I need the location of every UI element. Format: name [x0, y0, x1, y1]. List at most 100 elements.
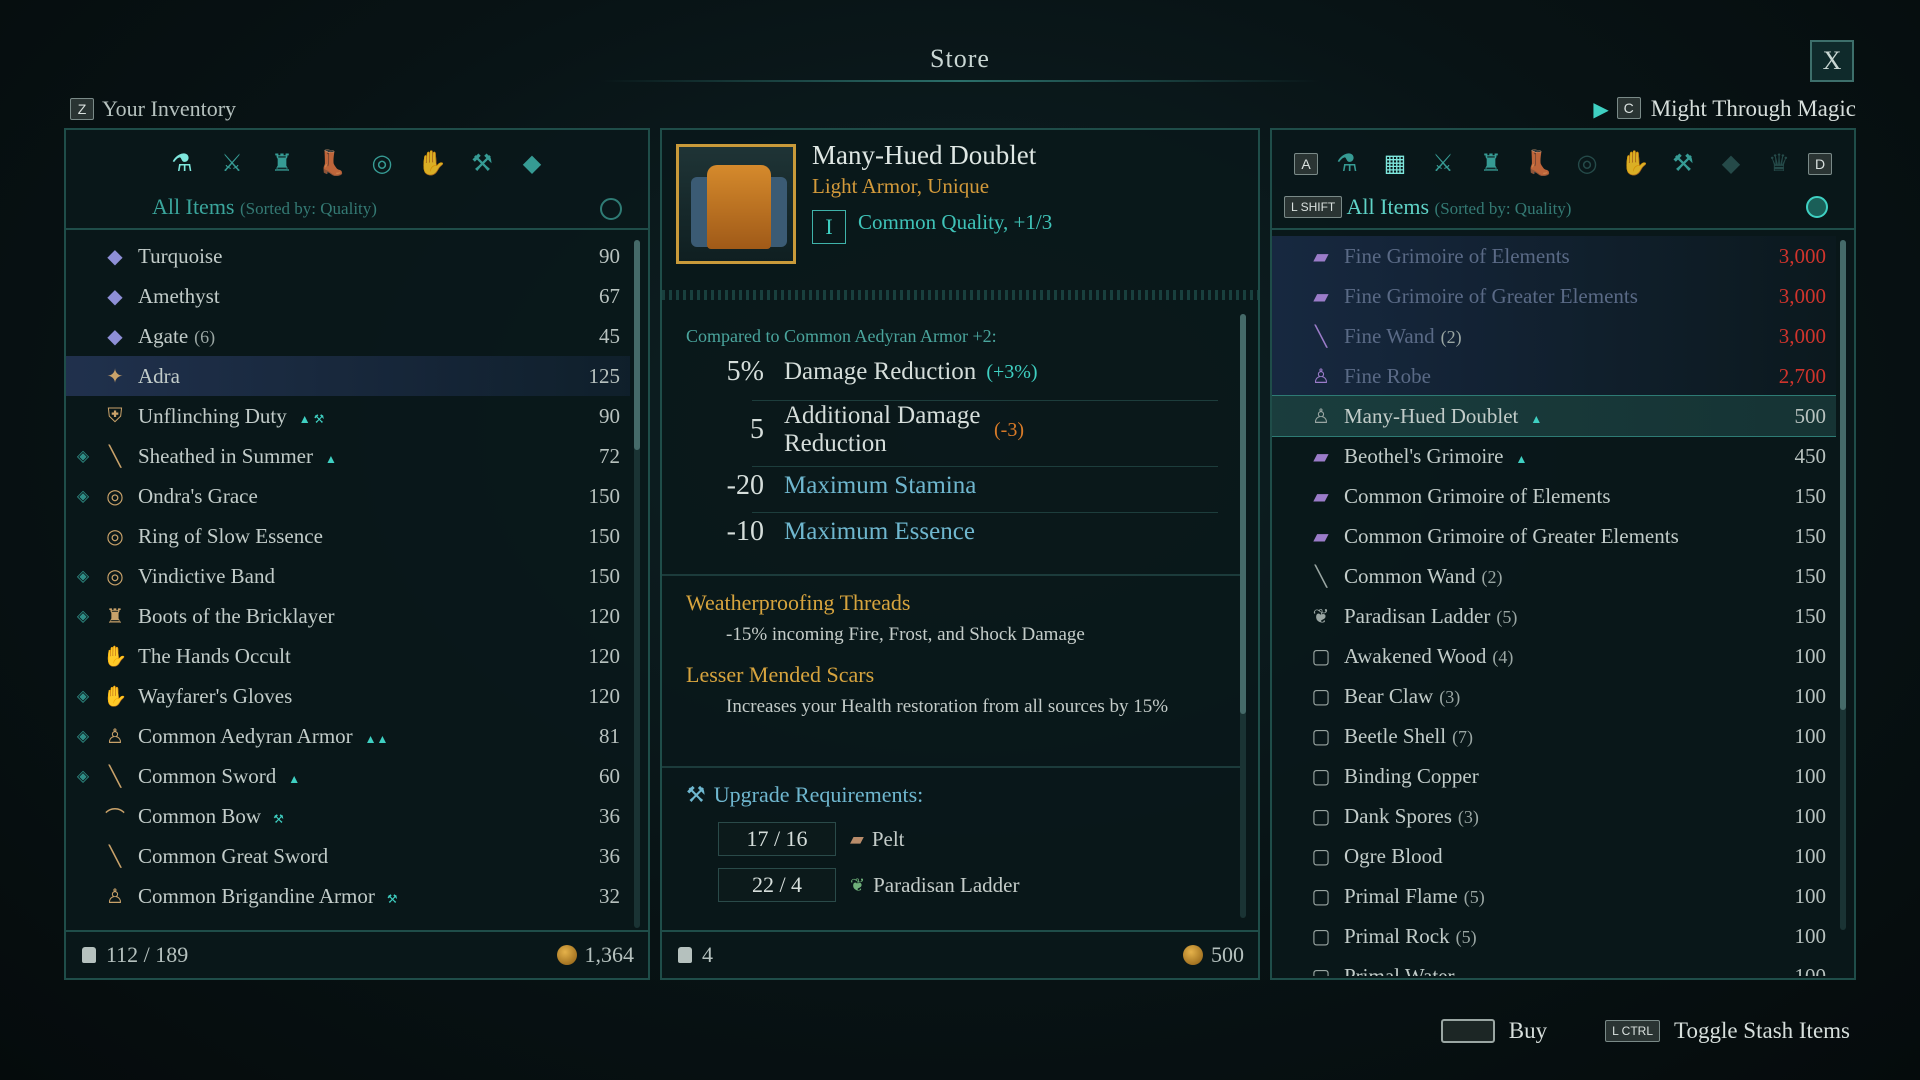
vendor-filter-label: All Items [1346, 194, 1430, 219]
vendor-item-row[interactable]: ▢ Dank Spores (3) 100 [1272, 796, 1836, 836]
inventory-item-row[interactable]: ◈ ◎ Vindictive Band 150 [66, 556, 630, 596]
key-hint-z: Z [70, 98, 94, 120]
vendor-item-row[interactable]: ▰ Beothel's Grimoire ▲ 450 [1272, 436, 1836, 476]
item-name: Wayfarer's Gloves [138, 684, 560, 709]
space-key-icon [1440, 1019, 1495, 1043]
item-name: Fine Grimoire of Elements [1344, 244, 1766, 269]
perk-title: Lesser Mended Scars [686, 662, 875, 687]
new-item-marker-icon: ◈ [76, 488, 90, 505]
inventory-footer: 112 / 189 1,364 [66, 930, 648, 978]
item-name: Bear Claw (3) [1344, 684, 1766, 709]
vendor-item-row[interactable]: ❦ Paradisan Ladder (5) 150 [1272, 596, 1836, 636]
vendor-item-row[interactable]: ▢ Primal Water 100 [1272, 956, 1836, 977]
perk-description: -15% incoming Fire, Frost, and Shock Dam… [726, 624, 1085, 645]
item-name: Common Wand (2) [1344, 564, 1766, 589]
inventory-item-row[interactable]: ◆ Agate (6) 45 [66, 316, 630, 356]
item-name: Ondra's Grace [138, 484, 560, 509]
inventory-filter[interactable]: All Items (Sorted by: Quality) [152, 194, 377, 220]
boots-icon[interactable]: 👢 [313, 145, 351, 183]
boots-icon[interactable]: 👢 [1520, 145, 1558, 183]
item-name: Amethyst [138, 284, 560, 309]
item-category-icon: ╲ [108, 765, 122, 788]
item-name: Fine Grimoire of Greater Elements [1344, 284, 1766, 309]
vendor-item-row[interactable]: ╲ Common Wand (2) 150 [1272, 556, 1836, 596]
toggle-stash-prompt[interactable]: Toggle Stash Items [1674, 1018, 1850, 1044]
inventory-item-row[interactable]: ◈ ♙ Common Aedyran Armor ▲▲ 81 [66, 716, 630, 756]
inventory-scroll-thumb[interactable] [634, 240, 640, 450]
inventory-item-row[interactable]: ╲ Common Great Sword 36 [66, 836, 630, 876]
inventory-item-row[interactable]: ♙ Common Brigandine Armor ⚒ 32 [66, 876, 630, 916]
catalysts-icon[interactable]: ✋ [1616, 145, 1654, 183]
all-items-icon[interactable]: ▦ [1376, 145, 1414, 183]
inventory-item-row[interactable]: ✦ Adra 125 [66, 356, 630, 396]
crafting-icon[interactable]: ⚒ [1664, 145, 1702, 183]
item-category-icon: ▢ [1311, 765, 1331, 788]
vendor-scrollbar[interactable] [1840, 240, 1846, 930]
vendor-item-row[interactable]: ▰ Fine Grimoire of Greater Elements 3,000 [1272, 276, 1836, 316]
item-value: 100 [1794, 683, 1827, 708]
stat-row: -10 Maximum Essence [662, 516, 1234, 548]
inventory-header[interactable]: Z Your Inventory [70, 96, 236, 122]
vendor-item-row[interactable]: ♙ Many-Hued Doublet ▲ 500 [1272, 395, 1836, 437]
item-label: Bear Claw [1344, 683, 1434, 708]
item-name: Common Aedyran Armor ▲▲ [138, 724, 560, 749]
armor-icon[interactable]: ♜ [263, 145, 301, 183]
item-label: Fine Grimoire of Elements [1344, 243, 1570, 268]
inventory-item-row[interactable]: ◈ ╲ Sheathed in Summer ▲ 72 [66, 436, 630, 476]
vendor-item-row[interactable]: ▢ Ogre Blood 100 [1272, 836, 1836, 876]
vendor-item-row[interactable]: ▢ Primal Rock (5) 100 [1272, 916, 1836, 956]
item-label: Beothel's Grimoire [1344, 443, 1504, 468]
rings-icon[interactable]: ◎ [363, 145, 401, 183]
new-item-marker-icon: ◈ [76, 448, 90, 465]
close-button[interactable]: X [1810, 40, 1854, 82]
vendor-panel: A ⚗ ▦ ⚔ ♜ 👢 ◎ ✋ ⚒ ◆ ♛ D L SHIFT All Item… [1270, 128, 1856, 980]
potion-icon[interactable]: ⚗ [163, 145, 201, 183]
vendor-item-row[interactable]: ▢ Binding Copper 100 [1272, 756, 1836, 796]
inventory-item-row[interactable]: ◎ Ring of Slow Essence 150 [66, 516, 630, 556]
inventory-item-row[interactable]: ◆ Turquoise 90 [66, 236, 630, 276]
new-item-marker-icon: ◈ [76, 608, 90, 625]
weapons-icon[interactable]: ⚔ [213, 145, 251, 183]
inventory-item-row[interactable]: ◆ Amethyst 67 [66, 276, 630, 316]
details-scroll-thumb[interactable] [1240, 314, 1246, 714]
inventory-item-row[interactable]: ⛨ Unflinching Duty ▲ ⚒ 90 [66, 396, 630, 436]
sort-toggle-icon[interactable] [1806, 196, 1828, 218]
vendor-item-row[interactable]: ▢ Awakened Wood (4) 100 [1272, 636, 1836, 676]
rings-icon[interactable]: ◎ [1568, 145, 1606, 183]
inventory-item-row[interactable]: ◈ ♜ Boots of the Bricklayer 120 [66, 596, 630, 636]
crown-icon[interactable]: ♛ [1760, 145, 1798, 183]
vendor-item-row[interactable]: ♙ Fine Robe 2,700 [1272, 356, 1836, 396]
crafting-icon[interactable]: ⚒ [463, 145, 501, 183]
weapons-icon[interactable]: ⚔ [1424, 145, 1462, 183]
potion-icon[interactable]: ⚗ [1328, 145, 1366, 183]
vendor-item-row[interactable]: ▢ Beetle Shell (7) 100 [1272, 716, 1836, 756]
vendor-item-row[interactable]: ▰ Common Grimoire of Greater Elements 150 [1272, 516, 1836, 556]
gems-icon[interactable]: ◆ [1712, 145, 1750, 183]
buy-prompt[interactable]: Buy [1509, 1018, 1547, 1044]
inventory-item-row[interactable]: ✋ The Hands Occult 120 [66, 636, 630, 676]
armor-icon[interactable]: ♜ [1472, 145, 1510, 183]
inventory-item-row[interactable]: ⌒ Common Bow ⚒ 36 [66, 796, 630, 836]
vendor-scroll-thumb[interactable] [1840, 240, 1846, 710]
inventory-item-row[interactable]: ◈ ◎ Ondra's Grace 150 [66, 476, 630, 516]
item-name: Fine Wand (2) [1344, 324, 1766, 349]
sort-toggle-icon[interactable] [600, 198, 622, 220]
item-quality: Common Quality, +1/3 [858, 210, 1053, 234]
vendor-item-row[interactable]: ▢ Primal Flame (5) 100 [1272, 876, 1836, 916]
vendor-header[interactable]: ▶ C Might Through Magic [1593, 96, 1856, 122]
vendor-item-row[interactable]: ▰ Fine Grimoire of Elements 3,000 [1272, 236, 1836, 276]
item-quantity: (7) [1452, 726, 1474, 747]
details-scrollbar[interactable] [1240, 314, 1246, 918]
inventory-item-row[interactable]: ◈ ╲ Common Sword ▲ 60 [66, 756, 630, 796]
vendor-filter[interactable]: L SHIFT All Items (Sorted by: Quality) [1284, 194, 1571, 220]
inventory-item-row[interactable]: ◈ ✋ Wayfarer's Gloves 120 [66, 676, 630, 716]
item-type: Light Armor, Unique [812, 174, 990, 198]
catalysts-icon[interactable]: ✋ [413, 145, 451, 183]
vendor-item-row[interactable]: ╲ Fine Wand (2) 3,000 [1272, 316, 1836, 356]
stat-value: -10 [726, 516, 764, 547]
item-category-icon: ▢ [1311, 685, 1331, 708]
inventory-scrollbar[interactable] [634, 240, 640, 928]
vendor-item-row[interactable]: ▰ Common Grimoire of Elements 150 [1272, 476, 1836, 516]
vendor-item-row[interactable]: ▢ Bear Claw (3) 100 [1272, 676, 1836, 716]
gems-icon[interactable]: ◆ [513, 145, 551, 183]
